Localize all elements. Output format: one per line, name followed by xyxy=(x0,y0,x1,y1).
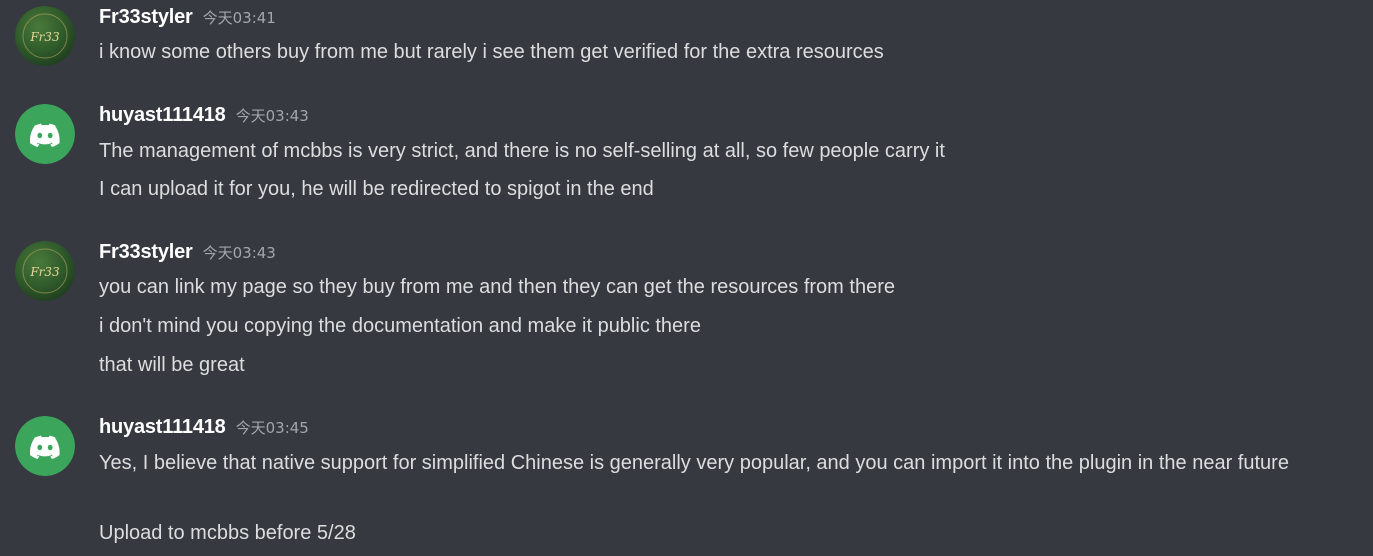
timestamp: 今天03:43 xyxy=(235,107,309,125)
user-avatar[interactable]: Fr33 xyxy=(15,6,75,66)
message-text: The management of mcbbs is very strict, … xyxy=(99,140,945,162)
message-header: Fr33styler 今天03:43 xyxy=(99,241,276,269)
message-text: you can link my page so they buy from me… xyxy=(99,276,895,298)
timestamp: 今天03:41 xyxy=(202,9,276,27)
svg-text:Fr33: Fr33 xyxy=(29,30,60,44)
discord-logo-icon xyxy=(29,123,60,147)
user-avatar[interactable]: Fr33 xyxy=(15,241,75,301)
username[interactable]: Fr33styler xyxy=(99,241,193,263)
timestamp: 今天03:45 xyxy=(235,419,309,437)
username[interactable]: Fr33styler xyxy=(99,6,193,28)
user-avatar[interactable] xyxy=(15,104,75,164)
message-text: Upload to mcbbs before 5/28 xyxy=(99,522,356,544)
message-header: huyast111418 今天03:43 xyxy=(99,104,309,132)
timestamp: 今天03:43 xyxy=(202,244,276,262)
message-header: Fr33styler 今天03:41 xyxy=(99,6,276,34)
message-text: i don't mind you copying the documentati… xyxy=(99,315,701,337)
discord-logo-icon xyxy=(29,435,60,459)
user-avatar[interactable] xyxy=(15,416,75,476)
username[interactable]: huyast111418 xyxy=(99,104,226,126)
message-header: huyast111418 今天03:45 xyxy=(99,416,309,444)
username[interactable]: huyast111418 xyxy=(99,416,226,438)
message-text: Yes, I believe that native support for s… xyxy=(99,452,1289,474)
message-text: i know some others buy from me but rarel… xyxy=(99,41,884,63)
message-text: I can upload it for you, he will be redi… xyxy=(99,178,654,200)
svg-text:Fr33: Fr33 xyxy=(29,265,60,279)
message-text: that will be great xyxy=(99,354,245,376)
